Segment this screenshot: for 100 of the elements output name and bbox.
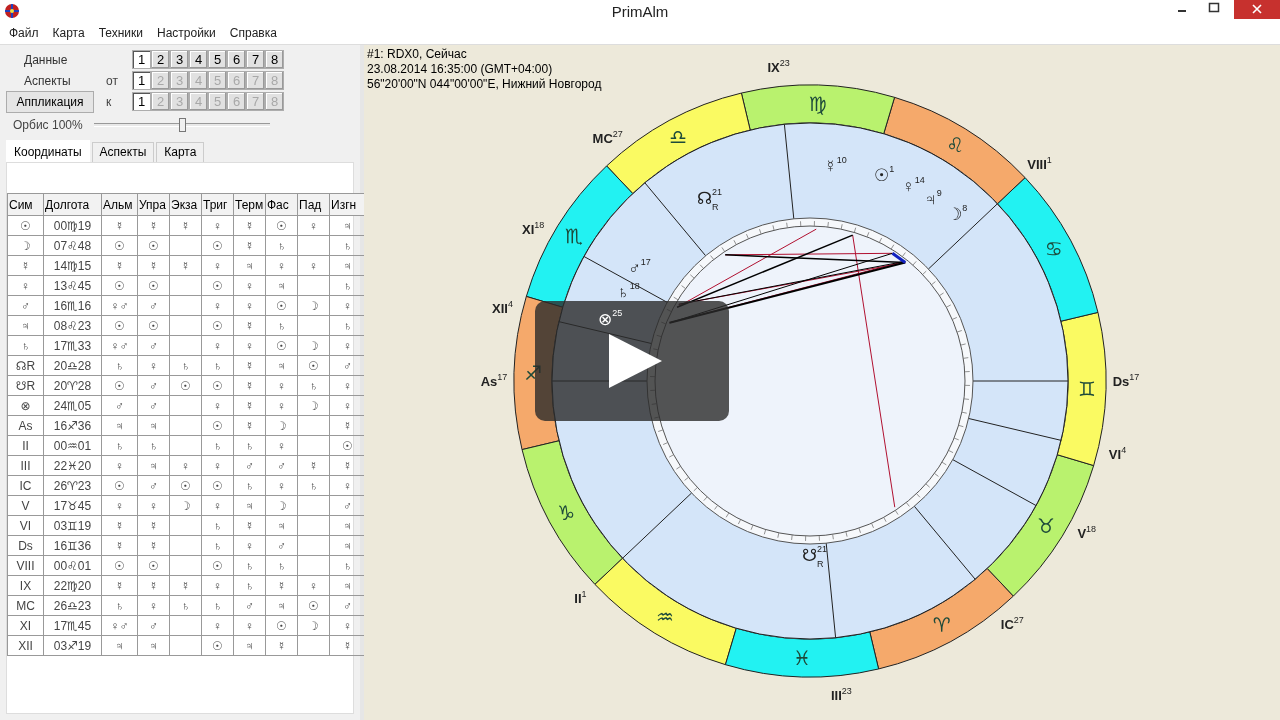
- planet-label: ☋$^{21}$ R: [802, 544, 828, 569]
- table-cell: ☿: [245, 218, 254, 233]
- table-cell: ♃: [277, 518, 286, 533]
- menu-item[interactable]: Настройки: [152, 26, 221, 40]
- table-cell: ♀: [343, 478, 352, 493]
- table-cell: VIII: [16, 558, 35, 573]
- table-cell: ♂: [343, 598, 352, 613]
- table-cell: ☿: [245, 418, 254, 433]
- table-cell: VI: [19, 518, 32, 533]
- close-button[interactable]: [1234, 0, 1280, 19]
- application-button[interactable]: Аппликация: [6, 90, 94, 113]
- table-cell: ♄: [149, 438, 158, 453]
- table-cell: ☿: [245, 518, 254, 533]
- table-cell: ☉: [308, 358, 319, 373]
- table-cell: ♄: [181, 358, 190, 373]
- chart-number-button[interactable]: 8: [265, 50, 284, 69]
- table-cell: ♄: [309, 478, 318, 493]
- table-cell: ♃: [115, 638, 124, 653]
- table-cell: ♄: [343, 238, 352, 253]
- table-cell: ☉: [212, 558, 223, 573]
- column-header: Изгн: [329, 193, 366, 216]
- table-cell: ♀♂: [110, 618, 129, 633]
- table-cell: ♀: [343, 378, 352, 393]
- table-cell: ☽: [308, 338, 319, 353]
- table-cell: 14♍15: [53, 258, 92, 273]
- column-header: Долгота: [43, 193, 102, 216]
- chart-number-button[interactable]: 3: [170, 50, 189, 69]
- table-cell: ☿: [149, 258, 158, 273]
- table-cell: XII: [18, 638, 33, 653]
- menu-item[interactable]: Карта: [47, 26, 90, 40]
- table-cell: ♄: [245, 558, 254, 573]
- chart-number-button[interactable]: 7: [246, 50, 265, 69]
- table-cell: ☿: [149, 578, 158, 593]
- table-cell: ☉: [212, 418, 223, 433]
- table-cell: ♂: [245, 598, 254, 613]
- table-cell: ♀: [213, 498, 222, 513]
- table-cell: ☉: [114, 478, 125, 493]
- table-cell: ♂: [149, 618, 158, 633]
- chart-number-button[interactable]: 1: [132, 71, 151, 90]
- table-cell: ♄: [213, 598, 222, 613]
- slider-thumb[interactable]: [179, 118, 186, 132]
- table-cell: ♂: [115, 398, 124, 413]
- table-cell: ☿: [115, 578, 124, 593]
- orbis-label: Орбис: [12, 118, 50, 132]
- house-cusp-label: Ds$^{17}$: [1112, 372, 1140, 389]
- table-cell: ☉: [276, 298, 287, 313]
- zodiac-sign-glyph: ♑: [557, 501, 576, 524]
- table-cell: ☉: [180, 378, 191, 393]
- table-cell: ☿: [343, 638, 352, 653]
- table-cell: ♃: [343, 518, 352, 533]
- table-cell: ♀: [149, 358, 158, 373]
- table-cell: ♀: [115, 498, 124, 513]
- chart-number-button[interactable]: 2: [151, 50, 170, 69]
- table-cell: ♂: [149, 398, 158, 413]
- chart-number-button[interactable]: 6: [227, 50, 246, 69]
- table-cell: ♃: [149, 638, 158, 653]
- chart-number-button[interactable]: 1: [132, 50, 151, 69]
- table-cell: ♄: [181, 598, 190, 613]
- table-cell: ♀: [277, 378, 286, 393]
- chart-number-button[interactable]: 1: [132, 92, 151, 111]
- menu-item[interactable]: Файл: [4, 26, 44, 40]
- table-cell: ☉: [114, 278, 125, 293]
- tab[interactable]: Аспекты: [91, 142, 155, 162]
- table-cell: ☿: [149, 518, 158, 533]
- table-cell: ♂: [149, 338, 158, 353]
- table-cell: ♀: [21, 278, 30, 293]
- table-cell: ♀: [213, 618, 222, 633]
- table-cell: ♃: [343, 578, 352, 593]
- table-cell: ♂: [149, 378, 158, 393]
- table-cell: ☽: [308, 618, 319, 633]
- zodiac-sign-glyph: ♌: [946, 134, 965, 157]
- table-cell: 16♐36: [53, 418, 92, 433]
- chart-info-line: #1: RDX0, Сейчас: [367, 47, 467, 62]
- tab[interactable]: Координаты: [6, 140, 90, 162]
- menu-item[interactable]: Справка: [224, 26, 282, 40]
- table-cell: ♃: [343, 538, 352, 553]
- table-cell: ♃: [277, 358, 286, 373]
- table-cell: IC: [19, 478, 32, 493]
- chart-number-button[interactable]: 4: [189, 50, 208, 69]
- house-cusp-label: As$^{17}$: [480, 372, 508, 389]
- table-cell: ♀: [309, 578, 318, 593]
- planet-label: ☽$^{8}$: [947, 203, 968, 224]
- table-cell: ♄: [343, 558, 352, 573]
- tab[interactable]: Карта: [156, 142, 205, 162]
- table-cell: ♃: [149, 418, 158, 433]
- zodiac-sign-glyph: ♈: [932, 613, 951, 636]
- table-cell: ☉: [308, 598, 319, 613]
- table-cell: ♀: [213, 338, 222, 353]
- table-cell: ☿: [115, 258, 124, 273]
- table-cell: ♃: [245, 638, 254, 653]
- house-cusp-label: VI$^{4}$: [1108, 444, 1127, 462]
- chart-number-button[interactable]: 5: [208, 50, 227, 69]
- table-cell: ♀♂: [110, 298, 129, 313]
- menu-item[interactable]: Техники: [93, 26, 148, 40]
- table-cell: ♄: [213, 358, 222, 373]
- column-header: Триг: [201, 193, 234, 216]
- column-header: Пад: [297, 193, 330, 216]
- table-cell: ☿: [343, 418, 352, 433]
- table-cell: 20♎28: [53, 358, 92, 373]
- table-cell: ☿: [277, 578, 286, 593]
